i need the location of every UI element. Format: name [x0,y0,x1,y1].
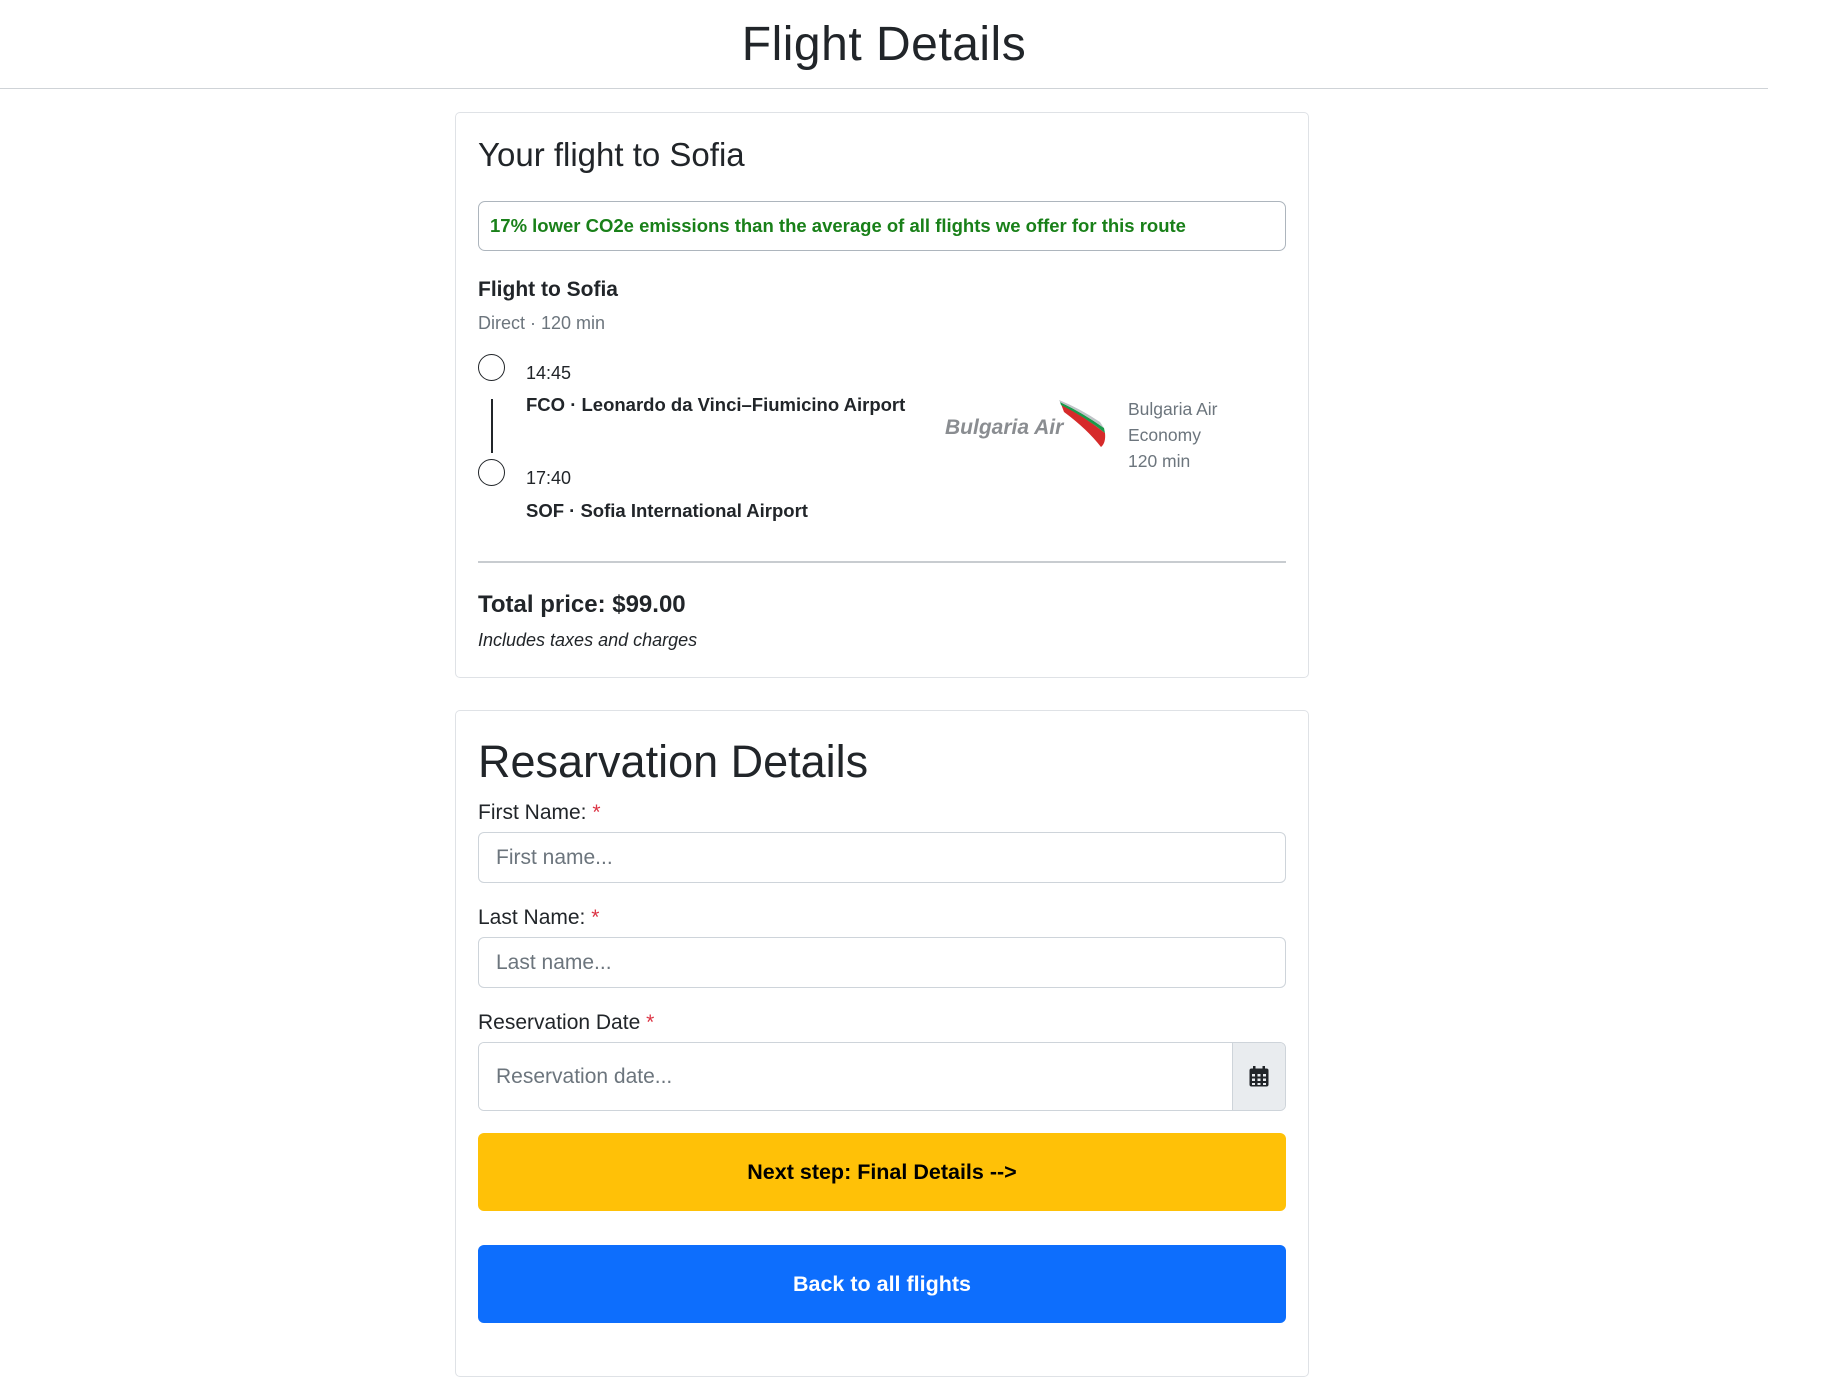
back-to-flights-button[interactable]: Back to all flights [478,1245,1286,1323]
flight-card-heading: Your flight to Sofia [478,136,745,173]
first-name-input[interactable] [478,832,1286,883]
reservation-date-group [478,1042,1286,1111]
reservation-date-label-text: Reservation Date [478,1011,641,1034]
required-asterisk: * [591,906,600,929]
airline-name: Bulgaria Air [1128,399,1218,419]
page-title: Flight Details [741,17,1027,71]
airline-logo: Bulgaria Air [943,395,1115,455]
first-name-label: First Name: * [478,801,601,825]
timeline-line [491,399,493,453]
airline-logo-text: Bulgaria Air [945,416,1065,439]
price-note: Includes taxes and charges [478,630,698,650]
arrival-airport: SOF · Sofia International Airport [526,500,808,521]
flight-subtitle: Flight to Sofia [478,278,618,301]
price-divider [478,561,1286,563]
page-header: Flight Details [0,0,1768,89]
arrival-circle-icon [478,459,505,486]
reservation-date-input[interactable] [479,1043,1232,1110]
calendar-icon [1249,1066,1269,1087]
airline-info: Bulgaria Air Economy 120 min [1128,396,1218,474]
last-name-label-text: Last Name: [478,906,586,929]
co2-emissions-note: 17% lower CO2e emissions than the averag… [478,201,1286,251]
first-name-label-text: First Name: [478,801,587,824]
arrival-time: 17:40 [526,468,572,488]
flight-meta: Direct · 120 min [478,313,606,333]
next-step-button[interactable]: Next step: Final Details --> [478,1133,1286,1211]
calendar-button[interactable] [1232,1043,1285,1110]
reservation-card: Resarvation Details First Name: * Last N… [455,710,1309,1377]
last-name-input[interactable] [478,937,1286,988]
reservation-date-label: Reservation Date * [478,1011,654,1035]
total-price: Total price: $99.00 [478,591,686,618]
departure-time: 14:45 [526,363,572,383]
flight-duration: 120 min [1128,451,1191,471]
last-name-label: Last Name: * [478,906,599,930]
flight-summary-card: Your flight to Sofia 17% lower CO2e emis… [455,112,1309,678]
departure-circle-icon [478,354,505,381]
departure-airport: FCO · Leonardo da Vinci–Fiumicino Airpor… [526,394,906,415]
cabin-class: Economy [1128,425,1201,445]
required-asterisk: * [646,1011,655,1034]
required-asterisk: * [592,801,601,824]
reservation-title: Resarvation Details [478,736,869,787]
